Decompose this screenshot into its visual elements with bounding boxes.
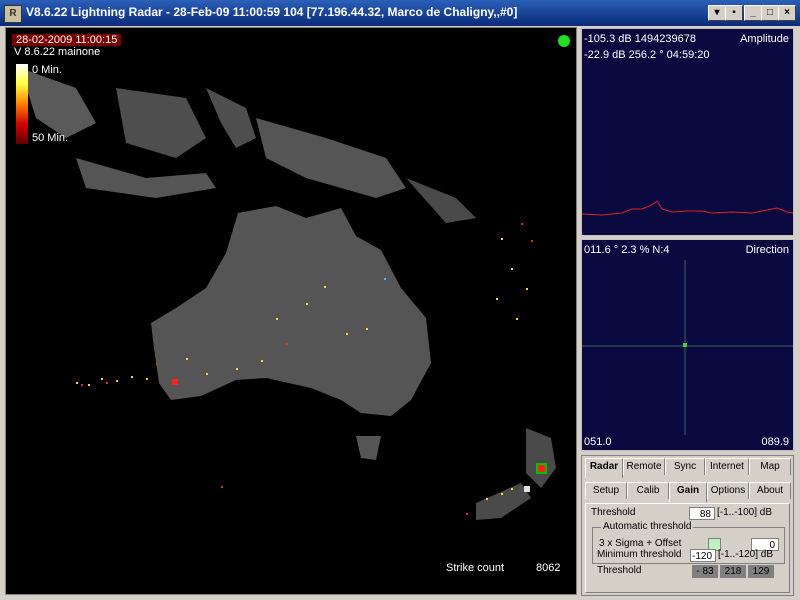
- title-bar: R V8.6.22 Lightning Radar - 28-Feb-09 11…: [0, 0, 800, 26]
- threshold2-value-1: - 83: [692, 565, 718, 578]
- min-threshold-label: Minimum threshold: [597, 549, 682, 560]
- radar-app-icon[interactable]: R: [4, 5, 22, 23]
- restore-down-icon[interactable]: ▾: [708, 5, 726, 21]
- threshold2-value-3: 129: [748, 565, 774, 578]
- window-title: V8.6.22 Lightning Radar - 28-Feb-09 11:0…: [26, 5, 518, 19]
- direction-crosshair: [582, 260, 793, 435]
- threshold-input[interactable]: 88: [689, 507, 715, 520]
- min-threshold-input[interactable]: -120: [690, 549, 716, 562]
- tab-radar[interactable]: Radar: [585, 458, 623, 478]
- legend-top-label: 0 Min.: [32, 64, 62, 76]
- maximize-button[interactable]: □: [761, 5, 779, 21]
- minimize-button[interactable]: _: [744, 5, 762, 21]
- age-color-legend: [16, 64, 28, 144]
- tab-about[interactable]: About: [749, 482, 791, 499]
- strike-count-value: 8062: [536, 562, 561, 574]
- pin-icon[interactable]: ▪: [725, 5, 743, 21]
- tab-sync[interactable]: Sync: [665, 458, 705, 475]
- status-indicator-icon: [558, 35, 570, 47]
- gain-tab-body: Threshold 88 [-1..-100] dB Automatic thr…: [585, 503, 790, 593]
- tab-map[interactable]: Map: [749, 458, 791, 475]
- direction-panel: 011.6 ° 2.3 % N:4 Direction 051.0 089.9: [581, 239, 794, 451]
- amplitude-panel: -105.3 dB 1494239678 -22.9 dB 256.2 ° 04…: [581, 28, 794, 236]
- amplitude-trace: [582, 200, 793, 216]
- tab-gain[interactable]: Gain: [669, 482, 707, 502]
- threshold2-label: Threshold: [597, 565, 642, 576]
- tab-calib[interactable]: Calib: [627, 482, 669, 499]
- threshold2-value-2: 218: [720, 565, 746, 578]
- legend-bottom-label: 50 Min.: [32, 132, 69, 144]
- map-canvas: [20, 68, 556, 520]
- map-timestamp: 28-02-2009 11:00:15: [12, 34, 122, 46]
- tab-remote[interactable]: Remote: [623, 458, 665, 475]
- threshold-label: Threshold: [591, 507, 636, 518]
- strike-count-label: Strike count: [446, 562, 505, 574]
- threshold-range: [-1..-100] dB: [717, 507, 773, 518]
- control-tabs: Radar Remote Sync Internet Map Setup Cal…: [581, 455, 794, 596]
- direction-bottom-left: 051.0: [584, 436, 612, 448]
- tab-internet[interactable]: Internet: [705, 458, 749, 475]
- automatic-threshold-title: Automatic threshold: [601, 521, 694, 532]
- lightning-map[interactable]: 28-02-2009 11:00:15 V 8.6.22 mainone 0 M…: [5, 27, 577, 595]
- sigma-offset-label: 3 x Sigma + Offset: [599, 538, 682, 549]
- map-version: V 8.6.22 mainone: [14, 46, 101, 58]
- tab-options[interactable]: Options: [707, 482, 749, 499]
- close-button[interactable]: ×: [778, 5, 796, 21]
- direction-bottom-right: 089.9: [761, 436, 789, 448]
- tab-setup[interactable]: Setup: [585, 482, 627, 499]
- min-threshold-range: [-1..-120] dB: [718, 549, 774, 560]
